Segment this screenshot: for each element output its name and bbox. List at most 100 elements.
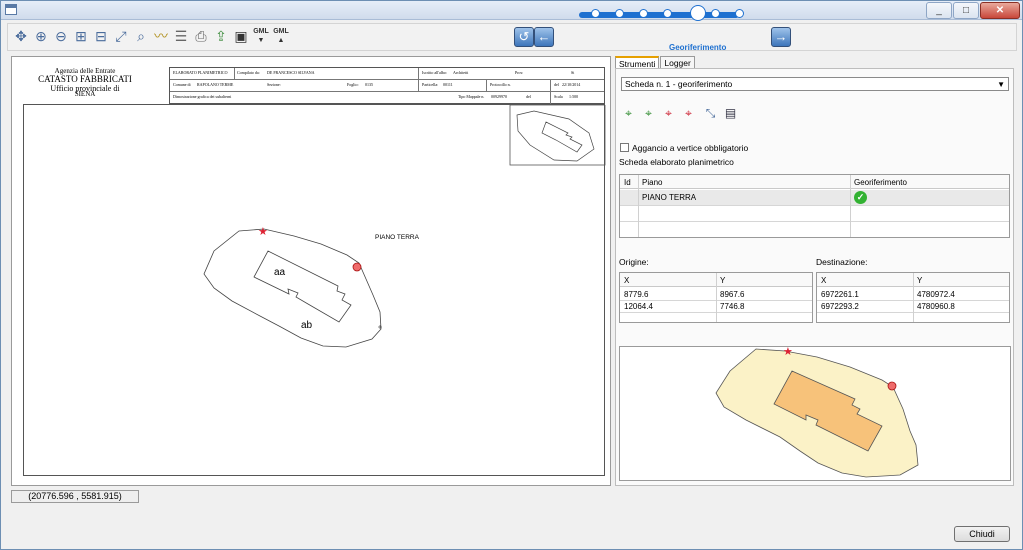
header-row-1: ELABORATO PLANIMETRICO Compilato da: DE … [170, 68, 604, 80]
row-piano: PIANO TERRA [642, 193, 697, 202]
chevron-down-icon: ▼ [997, 80, 1005, 89]
header-cell: Particella: [422, 82, 439, 87]
add-point-2-icon[interactable]: ⌖ [640, 105, 657, 122]
minimize-button[interactable]: _ [926, 2, 952, 19]
zoom-extent-icon[interactable]: ⤢ [112, 27, 130, 45]
header-cell: Comune di [173, 82, 191, 87]
header-cell: Scala [554, 94, 563, 99]
add-point-1-icon[interactable]: ⌖ [620, 105, 637, 122]
remove-point-1-icon[interactable]: ⌖ [660, 105, 677, 122]
origin-label: Origine: [619, 257, 649, 267]
col-piano: Piano [642, 178, 663, 187]
header-cell: 00929970 [491, 94, 507, 99]
export-icon[interactable]: ⇪ [212, 27, 230, 45]
scheda-title: Scheda elaborato planimetrico [619, 157, 734, 167]
origin-x-2: 12064.4 [624, 302, 653, 311]
header-cell: Dimostrazione grafica dei subalterni [173, 94, 232, 99]
header-cell: Tipo Mappale n. [458, 94, 485, 99]
gml-import-label: GML [253, 28, 269, 35]
sheet-header-table: ELABORATO PLANIMETRICO Compilato da: DE … [169, 67, 605, 104]
preview-drawing: ★ [715, 347, 919, 478]
dest-y-1: 4780972.4 [917, 290, 955, 299]
drawing-frame: PIANO TERRA aa ab ★ [23, 104, 606, 476]
window-controls: _ □ ✕ [925, 2, 1020, 19]
col-x: X [821, 276, 827, 285]
title-bar: _ □ ✕ [1, 1, 1022, 20]
plan-viewer[interactable]: Agenzia delle Entrate CATASTO FABBRICATI… [11, 56, 611, 486]
plan-drawing: PIANO TERRA aa ab ★ [203, 105, 606, 348]
print-icon[interactable]: ⎙ [192, 27, 210, 45]
destination-label: Destinazione: [816, 257, 868, 267]
header-row-2: Comune di RAPOLANO TERME Sezione: Foglio… [170, 80, 604, 92]
wizard-step-dot[interactable] [615, 9, 624, 18]
header-cell: 00111 [443, 82, 453, 87]
transform-icon[interactable]: ⤡ [702, 105, 719, 122]
dest-y-2: 4780960.8 [917, 302, 955, 311]
wizard-step-dot[interactable] [711, 9, 720, 18]
scheda-select[interactable]: Scheda n. 1 - georiferimento ▼ [621, 77, 1009, 91]
zoom-selection-icon[interactable]: ⌕ [132, 27, 150, 45]
header-cell: 1:500 [569, 94, 579, 99]
header-cell: 0135 [365, 82, 373, 87]
plan-table-header: Id Piano Georiferimento [620, 175, 1009, 189]
header-cell: Sezione: [267, 82, 281, 87]
step-back-button[interactable]: ↺ [514, 27, 534, 47]
header-cell: 22/10/2014 [562, 82, 581, 87]
gml-import-icon[interactable]: GML ▼ [252, 27, 270, 45]
georef-preview-map[interactable]: ★ [619, 346, 1011, 481]
snap-checkbox[interactable] [620, 143, 629, 152]
tab-content: Scheda n. 1 - georiferimento ▼ ⌖ ⌖ ⌖ ⌖ ⤡… [615, 68, 1014, 486]
header-cell: del [526, 94, 531, 99]
col-y: Y [917, 276, 923, 285]
prev-step-button[interactable]: ← [534, 27, 554, 47]
id-card-icon[interactable]: ▣ [232, 27, 250, 45]
cursor-coordinates: (20776.596 , 5581.915) [11, 490, 139, 503]
zoom-out-icon[interactable]: ⊖ [52, 27, 70, 45]
origin-x-1: 8779.6 [624, 290, 649, 299]
remove-point-2-icon[interactable]: ⌖ [680, 105, 697, 122]
floor-label: PIANO TERRA [375, 234, 420, 241]
wizard-step-dot[interactable] [735, 9, 744, 18]
zoom-prev-icon[interactable]: ⊟ [92, 27, 110, 45]
header-cell: Iscritto all'albo: [422, 70, 448, 75]
col-x: X [624, 276, 630, 285]
wizard-current-step[interactable] [690, 5, 706, 21]
origin-y-2: 7746.8 [720, 302, 745, 311]
header-cell: Si [571, 70, 575, 75]
header-cell: Compilato da: [237, 70, 260, 75]
wizard-step-dot[interactable] [591, 9, 600, 18]
app-icon [5, 4, 17, 15]
save-icon[interactable]: ▤ [722, 105, 739, 122]
gml-export-label: GML [273, 28, 289, 35]
layers-icon[interactable]: ☰ [172, 27, 190, 45]
circle-marker-icon [887, 381, 897, 391]
measure-icon[interactable]: 〰 [152, 27, 170, 45]
wizard-step-label: Georiferimento [669, 43, 727, 52]
close-button[interactable]: Chiudi [954, 526, 1010, 542]
table-row[interactable]: PIANO TERRA ✓ [620, 190, 1009, 205]
gml-export-icon[interactable]: GML ▲ [272, 27, 290, 45]
origin-y-1: 8967.6 [720, 290, 745, 299]
header-cell: Foglio: [347, 82, 359, 87]
snap-label: Aggancio a vertice obbligatorio [632, 143, 749, 153]
agency-line2: CATASTO FABBRICATI [38, 74, 132, 84]
wizard-step-dot[interactable] [639, 9, 648, 18]
header-cell: DE FRANCESCO SILVANA [267, 70, 315, 75]
zoom-in-icon[interactable]: ⊕ [32, 27, 50, 45]
next-step-button[interactable]: → [771, 27, 791, 47]
zoom-window-icon[interactable]: ⊞ [72, 27, 90, 45]
header-cell: Protocollo n. [490, 82, 511, 87]
tools-panel: Strumenti Logger Scheda n. 1 - georiferi… [615, 56, 1014, 486]
scheda-select-value: Scheda n. 1 - georiferimento [625, 79, 733, 89]
room-label-ab: ab [301, 320, 313, 331]
col-georiferimento: Georiferimento [854, 178, 907, 187]
dest-x-1: 6972261.1 [821, 290, 859, 299]
wizard-step-dot[interactable] [663, 9, 672, 18]
pan-icon[interactable]: ✥ [12, 27, 30, 45]
dest-x-2: 6972293.2 [821, 302, 859, 311]
plan-table: Id Piano Georiferimento PIANO TERRA ✓ [619, 174, 1010, 238]
star-marker-icon: ★ [783, 347, 793, 358]
origin-table: X Y 8779.6 8967.6 12064.4 7746.8 [619, 272, 813, 323]
maximize-button[interactable]: □ [953, 2, 979, 19]
close-window-button[interactable]: ✕ [980, 2, 1020, 19]
